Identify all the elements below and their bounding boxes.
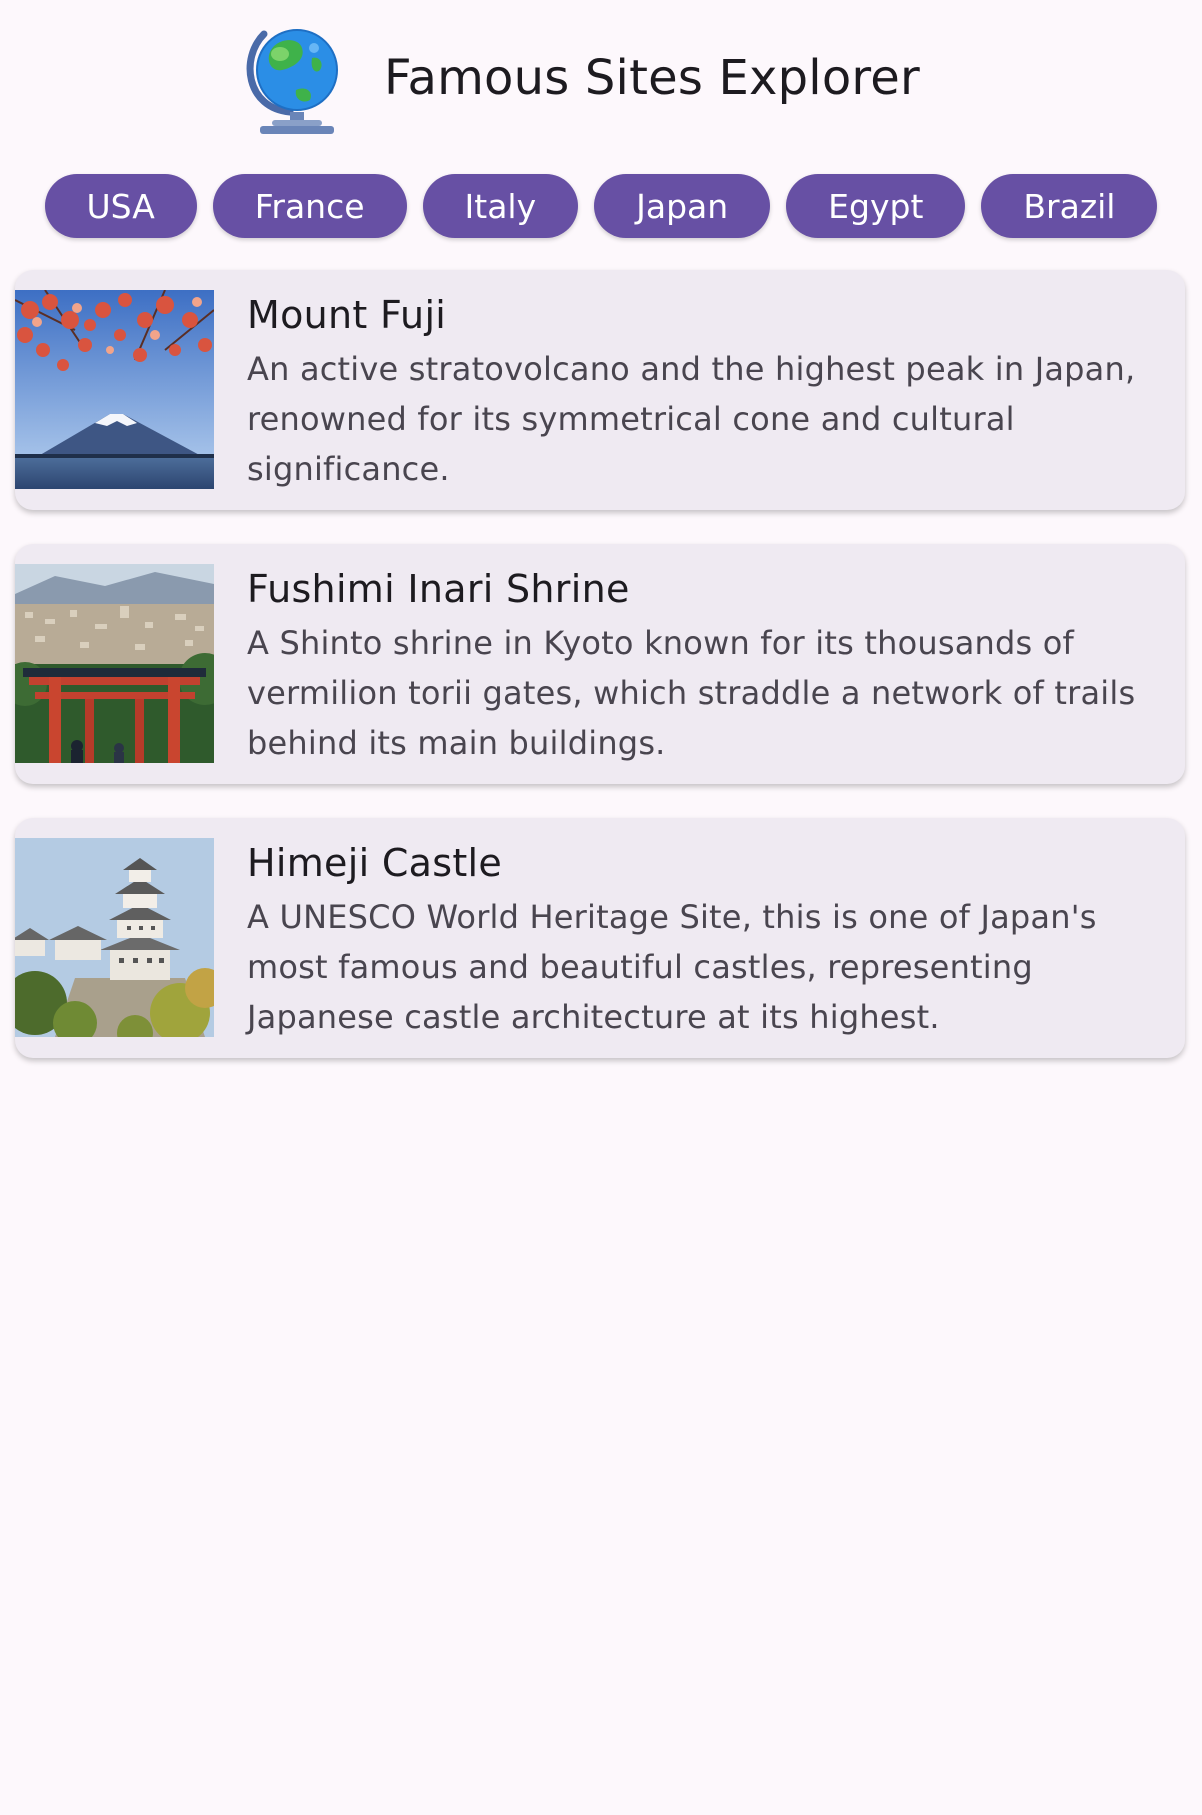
site-description: An active stratovolcano and the highest … bbox=[247, 350, 1136, 488]
site-card-text: Fushimi Inari Shrine A Shinto shrine in … bbox=[247, 566, 1147, 768]
globe-icon bbox=[242, 20, 346, 136]
app-header: Famous Sites Explorer bbox=[0, 18, 1202, 138]
mount-fuji-photo bbox=[15, 290, 214, 489]
site-card-mount-fuji[interactable]: Mount Fuji An active stratovolcano and t… bbox=[15, 270, 1185, 510]
site-list: Mount Fuji An active stratovolcano and t… bbox=[15, 270, 1185, 1092]
site-title: Fushimi Inari Shrine bbox=[247, 567, 630, 611]
country-chip-brazil[interactable]: Brazil bbox=[981, 174, 1158, 238]
site-title: Mount Fuji bbox=[247, 293, 447, 337]
site-card-text: Mount Fuji An active stratovolcano and t… bbox=[247, 292, 1147, 494]
country-chip-usa[interactable]: USA bbox=[44, 174, 197, 238]
country-chip-bar: USA France Italy Japan Egypt Brazil bbox=[0, 174, 1202, 238]
site-description: A Shinto shrine in Kyoto known for its t… bbox=[247, 624, 1136, 762]
fushimi-inari-photo bbox=[15, 564, 214, 763]
country-chip-france[interactable]: France bbox=[212, 174, 407, 238]
site-card-text: Himeji Castle A UNESCO World Heritage Si… bbox=[247, 840, 1147, 1042]
app-title: Famous Sites Explorer bbox=[384, 50, 920, 106]
site-card-fushimi-inari[interactable]: Fushimi Inari Shrine A Shinto shrine in … bbox=[15, 544, 1185, 784]
country-chip-japan[interactable]: Japan bbox=[594, 174, 771, 238]
country-chip-italy[interactable]: Italy bbox=[422, 174, 579, 238]
site-card-himeji-castle[interactable]: Himeji Castle A UNESCO World Heritage Si… bbox=[15, 818, 1185, 1058]
country-chip-egypt[interactable]: Egypt bbox=[786, 174, 966, 238]
site-description: A UNESCO World Heritage Site, this is on… bbox=[247, 898, 1097, 1036]
site-title: Himeji Castle bbox=[247, 841, 503, 885]
app-root: Famous Sites Explorer USA France Italy J… bbox=[0, 0, 1202, 1815]
himeji-castle-photo bbox=[15, 838, 214, 1037]
